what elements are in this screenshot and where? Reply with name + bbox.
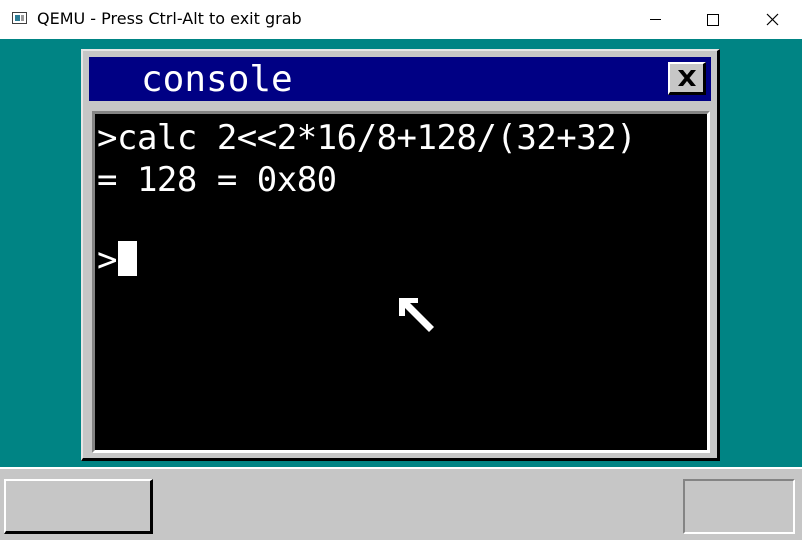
qemu-app-icon[interactable] bbox=[12, 12, 27, 24]
maximize-button[interactable] bbox=[684, 0, 742, 39]
close-x-icon bbox=[677, 70, 696, 86]
console-prompt: > bbox=[97, 240, 117, 280]
close-icon bbox=[766, 13, 778, 26]
console-text-area[interactable]: >calc 2<<2*16/8+128/(32+32) = 128 = 0x80… bbox=[92, 111, 710, 453]
guest-taskbar bbox=[0, 467, 802, 540]
minimize-icon bbox=[649, 19, 661, 20]
guest-screen[interactable]: console >calc 2<<2*16/8+128/(32+32) = 12… bbox=[0, 39, 802, 540]
console-prompt-line: > bbox=[97, 240, 137, 280]
maximize-icon bbox=[707, 13, 719, 26]
console-line-result: = 128 = 0x80 bbox=[97, 160, 337, 200]
mouse-pointer-icon bbox=[399, 298, 434, 332]
taskbar-start-button[interactable] bbox=[4, 479, 153, 534]
window-title: QEMU - Press Ctrl-Alt to exit grab bbox=[37, 9, 302, 28]
console-titlebar[interactable]: console bbox=[89, 57, 711, 101]
host-titlebar: QEMU - Press Ctrl-Alt to exit grab bbox=[0, 0, 802, 40]
text-cursor bbox=[117, 241, 137, 276]
console-line-command: >calc 2<<2*16/8+128/(32+32) bbox=[97, 118, 637, 158]
console-title: console bbox=[141, 59, 293, 100]
close-button[interactable] bbox=[742, 0, 802, 39]
taskbar-tray[interactable] bbox=[683, 479, 795, 534]
console-window[interactable]: console >calc 2<<2*16/8+128/(32+32) = 12… bbox=[81, 49, 720, 461]
console-close-button[interactable] bbox=[668, 62, 706, 95]
minimize-button[interactable] bbox=[626, 0, 684, 39]
